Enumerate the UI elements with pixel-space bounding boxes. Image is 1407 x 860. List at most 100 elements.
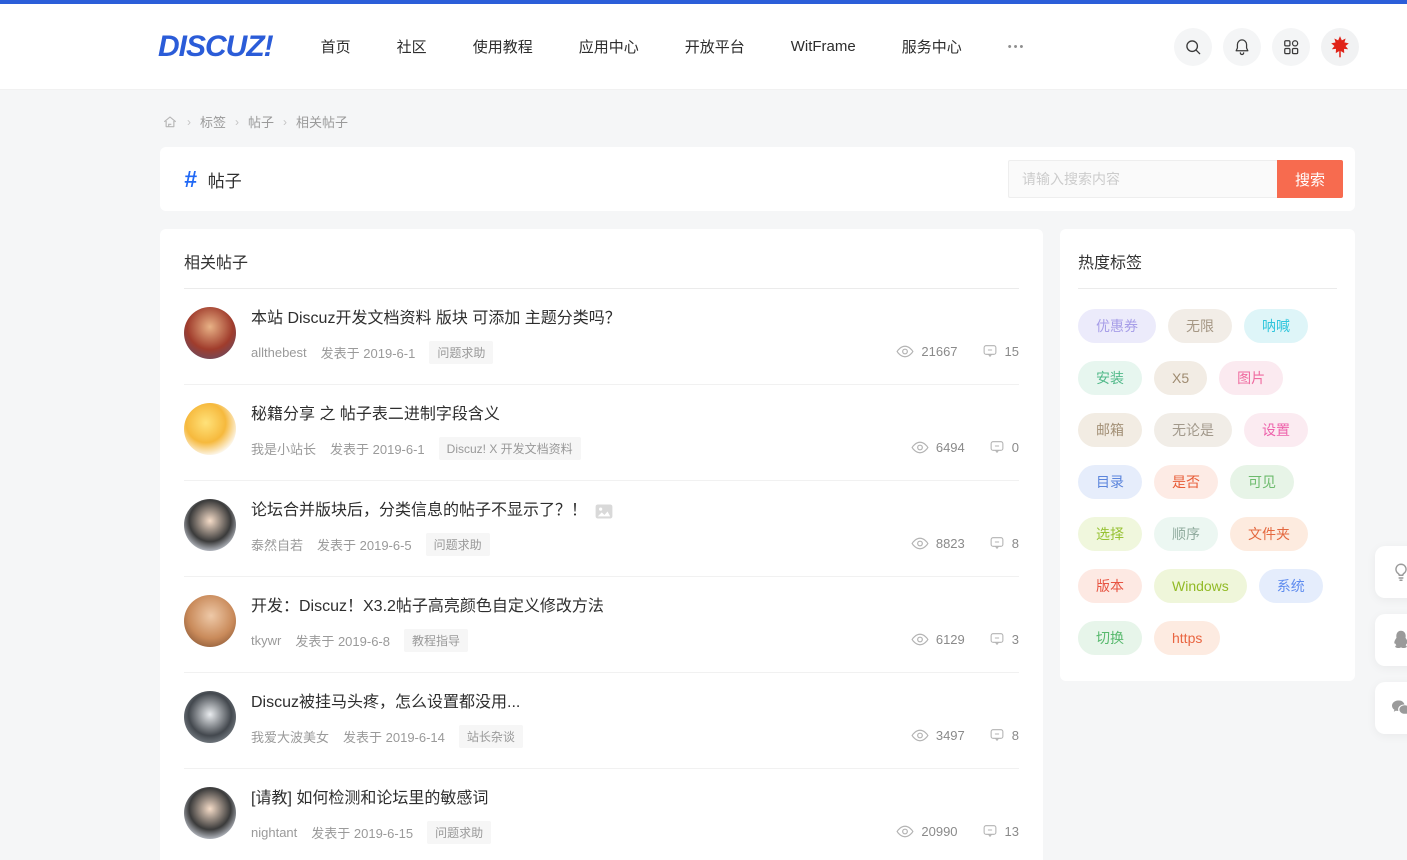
post-title[interactable]: [请教] 如何检测和论坛里的敏感词 <box>251 788 896 810</box>
tag-search-box: 搜索 <box>1008 160 1343 198</box>
avatar[interactable] <box>184 403 236 455</box>
post-row[interactable]: Discuz被挂马头疼，怎么设置都没用... 我爱大波美女 发表于 2019-6… <box>184 673 1019 769</box>
views-icon <box>911 536 929 551</box>
nav-item-community[interactable]: 社区 <box>397 36 427 57</box>
post-views: 21667 <box>921 344 957 359</box>
avatar[interactable] <box>184 499 236 551</box>
post-meta: tkywr 发表于 2019-6-8 教程指导 <box>251 629 911 652</box>
breadcrumb-posts[interactable]: 帖子 <box>248 112 274 131</box>
post-row[interactable]: 秘籍分享 之 帖子表二进制字段含义 我是小站长 发表于 2019-6-1 Dis… <box>184 385 1019 481</box>
post-category[interactable]: 问题求助 <box>427 821 491 844</box>
hot-tag[interactable]: 呐喊 <box>1244 309 1308 343</box>
hot-tag[interactable]: X5 <box>1154 361 1207 395</box>
nav-item-app-center[interactable]: 应用中心 <box>579 36 639 57</box>
search-button[interactable] <box>1174 28 1212 66</box>
post-date: 发表于 2019-6-1 <box>321 343 416 362</box>
post-title-text: Discuz被挂马头疼，怎么设置都没用... <box>251 692 520 714</box>
nav-more-ellipsis[interactable]: ••• <box>1008 41 1026 53</box>
post-category[interactable]: 教程指导 <box>404 629 468 652</box>
comments-icon <box>989 439 1005 455</box>
post-views: 8823 <box>936 536 965 551</box>
post-date: 发表于 2019-6-1 <box>330 439 425 458</box>
hot-tag[interactable]: 顺序 <box>1154 517 1218 551</box>
nav-item-home[interactable]: 首页 <box>321 36 351 57</box>
post-author[interactable]: tkywr <box>251 633 281 648</box>
post-author[interactable]: nightant <box>251 825 297 840</box>
post-date: 发表于 2019-6-5 <box>317 535 412 554</box>
hot-tag[interactable]: 无论是 <box>1154 413 1232 447</box>
post-title[interactable]: 论坛合并版块后，分类信息的帖子不显示了？！ <box>251 500 911 522</box>
avatar[interactable] <box>184 307 236 359</box>
views-icon <box>896 824 914 839</box>
post-category[interactable]: Discuz! X 开发文档资料 <box>439 437 581 460</box>
post-author[interactable]: allthebest <box>251 345 307 360</box>
feedback-button[interactable] <box>1375 546 1407 598</box>
discuz-logo[interactable]: DISCUZ! <box>158 30 273 64</box>
post-stats: 8823 8 <box>911 535 1019 551</box>
post-views: 3497 <box>936 728 965 743</box>
hot-tag[interactable]: https <box>1154 621 1220 655</box>
post-row[interactable]: 本站 Discuz开发文档资料 版块 可添加 主题分类吗？ allthebest… <box>184 289 1019 385</box>
post-row[interactable]: [请教] 如何检测和论坛里的敏感词 nightant 发表于 2019-6-15… <box>184 769 1019 860</box>
avatar[interactable] <box>184 787 236 839</box>
hot-tags-title: 热度标签 <box>1078 229 1337 289</box>
post-title[interactable]: 开发：Discuz！X3.2帖子高亮颜色自定义修改方法 <box>251 596 911 618</box>
user-avatar[interactable] <box>1321 28 1359 66</box>
post-title[interactable]: 秘籍分享 之 帖子表二进制字段含义 <box>251 404 911 426</box>
nav-item-open-platform[interactable]: 开放平台 <box>685 36 745 57</box>
hot-tag[interactable]: 系统 <box>1259 569 1323 603</box>
post-row[interactable]: 开发：Discuz！X3.2帖子高亮颜色自定义修改方法 tkywr 发表于 20… <box>184 577 1019 673</box>
post-row[interactable]: 论坛合并版块后，分类信息的帖子不显示了？！ 泰然自若 发表于 2019-6-5 … <box>184 481 1019 577</box>
apps-button[interactable] <box>1272 28 1310 66</box>
hot-tag[interactable]: Windows <box>1154 569 1247 603</box>
qq-contact-button[interactable] <box>1375 614 1407 666</box>
image-attachment-icon <box>595 504 613 519</box>
bell-icon <box>1232 37 1252 57</box>
breadcrumb-separator: › <box>235 115 239 129</box>
nav-item-tutorials[interactable]: 使用教程 <box>473 36 533 57</box>
hot-tag[interactable]: 设置 <box>1244 413 1308 447</box>
search-input[interactable] <box>1008 160 1277 198</box>
post-date: 发表于 2019-6-15 <box>311 823 413 842</box>
avatar[interactable] <box>184 595 236 647</box>
hot-tag[interactable]: 邮箱 <box>1078 413 1142 447</box>
nav-item-service-center[interactable]: 服务中心 <box>902 36 962 57</box>
breadcrumb: › 标签 › 帖子 › 相关帖子 <box>160 90 1355 147</box>
hot-tag[interactable]: 优惠券 <box>1078 309 1156 343</box>
hot-tag[interactable]: 安装 <box>1078 361 1142 395</box>
hot-tag[interactable]: 文件夹 <box>1230 517 1308 551</box>
hot-tag[interactable]: 可见 <box>1230 465 1294 499</box>
post-title[interactable]: Discuz被挂马头疼，怎么设置都没用... <box>251 692 911 714</box>
hot-tag[interactable]: 图片 <box>1219 361 1283 395</box>
hot-tag[interactable]: 无限 <box>1168 309 1232 343</box>
avatar[interactable] <box>184 691 236 743</box>
post-author[interactable]: 泰然自若 <box>251 535 303 554</box>
post-category[interactable]: 站长杂谈 <box>459 725 523 748</box>
nav-item-witframe[interactable]: WitFrame <box>791 38 856 55</box>
hot-tag[interactable]: 切换 <box>1078 621 1142 655</box>
home-icon[interactable] <box>162 114 178 130</box>
views-icon <box>911 728 929 743</box>
post-author[interactable]: 我是小站长 <box>251 439 316 458</box>
side-float-buttons <box>1375 546 1407 734</box>
notifications-button[interactable] <box>1223 28 1261 66</box>
search-submit-button[interactable]: 搜索 <box>1277 160 1343 198</box>
post-author[interactable]: 我爱大波美女 <box>251 727 329 746</box>
wechat-contact-button[interactable] <box>1375 682 1407 734</box>
post-comments: 8 <box>1012 536 1019 551</box>
hot-tag[interactable]: 是否 <box>1154 465 1218 499</box>
hot-tag[interactable]: 选择 <box>1078 517 1142 551</box>
breadcrumb-tags[interactable]: 标签 <box>200 112 226 131</box>
post-comments: 8 <box>1012 728 1019 743</box>
post-category[interactable]: 问题求助 <box>426 533 490 556</box>
breadcrumb-separator: › <box>187 115 191 129</box>
post-meta: 我爱大波美女 发表于 2019-6-14 站长杂谈 <box>251 725 911 748</box>
post-title[interactable]: 本站 Discuz开发文档资料 版块 可添加 主题分类吗？ <box>251 308 896 330</box>
hot-tag[interactable]: 版本 <box>1078 569 1142 603</box>
post-category[interactable]: 问题求助 <box>429 341 493 364</box>
breadcrumb-separator: › <box>283 115 287 129</box>
post-title-text: 秘籍分享 之 帖子表二进制字段含义 <box>251 404 500 426</box>
hot-tag[interactable]: 目录 <box>1078 465 1142 499</box>
post-title-text: [请教] 如何检测和论坛里的敏感词 <box>251 788 488 810</box>
post-stats: 20990 13 <box>896 823 1019 839</box>
